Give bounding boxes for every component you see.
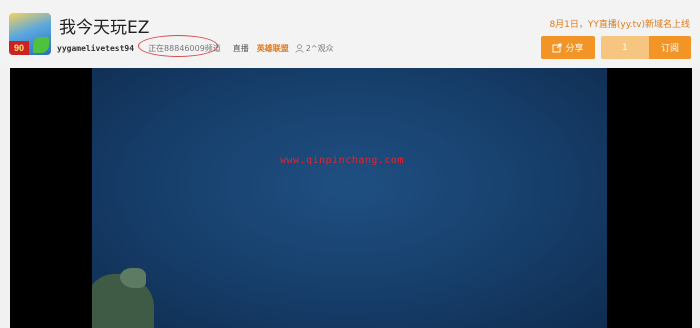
game-category-link[interactable]: 英雄联盟 — [257, 43, 289, 54]
viewer-count: 2^观众 — [295, 43, 334, 54]
channel-avatar[interactable]: 90 — [9, 13, 51, 55]
avatar-leaf-graphic — [33, 37, 49, 53]
share-button[interactable]: 分享 — [541, 36, 595, 59]
annotation-circle — [138, 34, 219, 57]
share-icon — [552, 43, 562, 52]
viewing-channel-text: 正在88846009频道 — [138, 34, 229, 57]
user-icon — [295, 43, 304, 53]
subscriber-count: 1 — [601, 36, 649, 59]
channel-header: 90 我今天玩EZ yygamelivetest94 正在88846009频道 … — [0, 0, 700, 68]
game-map-fragment-2 — [120, 268, 146, 288]
announcement-link[interactable]: 8月1日，YY直播(yy.tv)新域名上线 — [549, 17, 690, 30]
live-label: 直播 — [232, 43, 249, 53]
subscribe-group: 1 订阅 — [601, 36, 691, 59]
streamer-username[interactable]: yygamelivetest94 — [57, 44, 134, 53]
video-stream[interactable]: www.qinpinchang.com — [92, 68, 607, 328]
video-player[interactable]: www.qinpinchang.com — [10, 68, 692, 328]
subscribe-button[interactable]: 订阅 — [649, 36, 691, 59]
avatar-level-badge: 90 — [9, 41, 29, 55]
channel-title: 我今天玩EZ — [59, 18, 150, 38]
share-label: 分享 — [565, 44, 584, 54]
viewer-count-label: 2^观众 — [305, 43, 334, 53]
channel-meta-row: yygamelivetest94 正在88846009频道 直播 英雄联盟 2^… — [57, 34, 334, 57]
video-watermark: www.qinpinchang.com — [280, 155, 404, 166]
